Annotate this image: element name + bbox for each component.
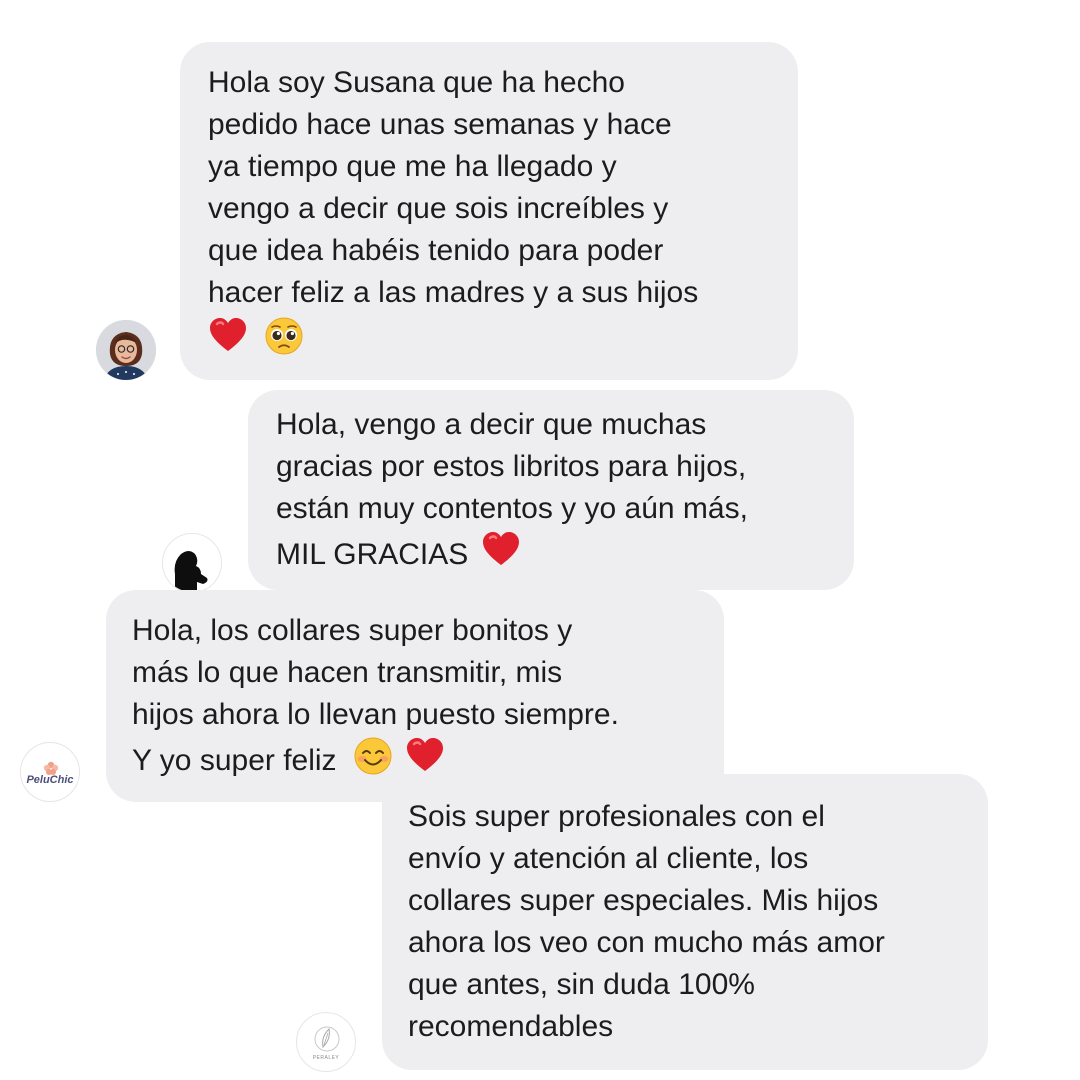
message-line: están muy contentos y yo aún más, [276,492,748,525]
message-text-4: Sois super profesionales con el envío y … [408,796,885,1048]
red-heart-icon [405,736,445,776]
message-bubble-3: Hola, los collares super bonitos y más l… [106,590,724,802]
message-line: que antes, sin duda 100% [408,968,755,1001]
message-line: pedido hace unas semanas y hace [208,108,672,141]
message-line-text: MIL GRACIAS [276,538,469,571]
message-line: Sois super profesionales con el [408,800,825,833]
message-emoji-line [208,316,698,362]
message-bubble-1: Hola soy Susana que ha hecho pedido hace… [180,42,798,380]
avatar[interactable] [162,533,222,593]
message-line: Hola soy Susana que ha hecho [208,66,625,99]
avatar[interactable]: PERALEY [296,1012,356,1072]
pleading-face-icon [264,316,304,356]
message-text-3: Hola, los collares super bonitos y más l… [132,610,619,782]
avatar[interactable] [96,320,156,380]
flower-logo-icon [43,761,59,775]
message-line: envío y atención al cliente, los [408,842,809,875]
brand-logo-text: PeluChic [26,774,74,786]
red-heart-icon [481,530,521,570]
brand-logo-text: PERALEY [312,1055,340,1061]
message-line: que idea habéis tenido para poder [208,234,664,267]
silhouette-icon [163,534,221,592]
message-line: gracias por estos libritos para hijos, [276,450,747,483]
user-photo-icon [96,320,156,380]
message-line-text: Y yo super feliz [132,744,337,777]
message-text-2: Hola, vengo a decir que muchas gracias p… [276,404,748,576]
message-line: Hola, vengo a decir que muchas [276,408,707,441]
message-text-1: Hola soy Susana que ha hecho pedido hace… [208,62,698,362]
message-line: vengo a decir que sois increíbles y [208,192,669,225]
message-line: collares super especiales. Mis hijos [408,884,879,917]
avatar[interactable]: PeluChic [20,742,80,802]
message-line: hacer feliz a las madres y a sus hijos [208,276,699,309]
message-line: ya tiempo que me ha llegado y [208,150,617,183]
message-line: MIL GRACIAS [276,530,748,576]
message-line: ahora los veo con mucho más amor [408,926,885,959]
message-bubble-4: Sois super profesionales con el envío y … [382,774,988,1070]
message-line: recomendables [408,1010,614,1043]
message-line: más lo que hacen transmitir, mis [132,656,563,689]
message-bubble-2: Hola, vengo a decir que muchas gracias p… [248,390,854,590]
leaf-logo-icon [314,1026,340,1052]
red-heart-icon [208,316,248,356]
message-line: hijos ahora lo llevan puesto siempre. [132,698,619,731]
message-line: Hola, los collares super bonitos y [132,614,573,647]
smiling-face-icon [353,736,393,776]
